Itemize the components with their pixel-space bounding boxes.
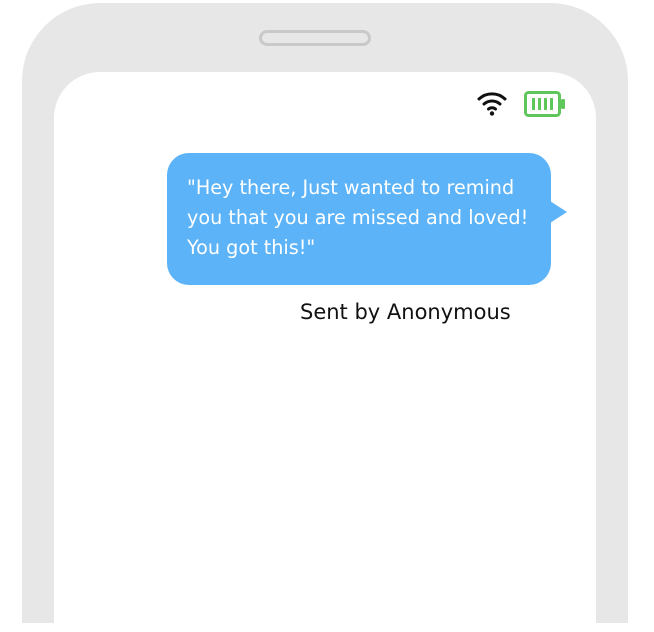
- message-bubble-tail: [550, 201, 567, 223]
- message-text: "Hey there, Just wanted to remind you th…: [187, 176, 529, 259]
- phone-frame: "Hey there, Just wanted to remind you th…: [22, 3, 628, 632]
- phone-speaker: [259, 30, 371, 46]
- phone-screen: "Hey there, Just wanted to remind you th…: [54, 72, 596, 632]
- message-bubble[interactable]: "Hey there, Just wanted to remind you th…: [167, 153, 567, 285]
- sender-label: Sent by Anonymous: [300, 300, 511, 324]
- battery-icon: [524, 91, 565, 117]
- wifi-icon: [477, 92, 507, 116]
